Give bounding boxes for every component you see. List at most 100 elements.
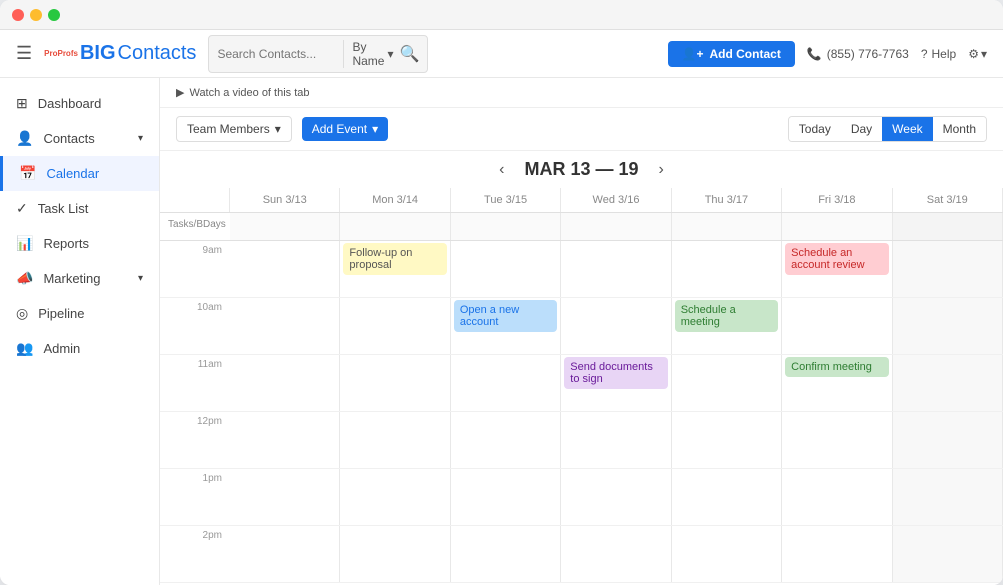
view-today-button[interactable]: Today	[789, 117, 841, 141]
sidebar-item-calendar[interactable]: 📅 Calendar	[0, 156, 159, 191]
prev-week-button[interactable]: ‹	[499, 161, 504, 179]
cell-wed-9am[interactable]	[561, 241, 671, 297]
cell-sat-2pm[interactable]	[893, 526, 1003, 582]
logo-contacts: Contacts	[118, 42, 197, 65]
sidebar-item-admin[interactable]: 👥 Admin	[0, 331, 159, 366]
cell-sat-11am[interactable]	[893, 355, 1003, 411]
add-contact-button[interactable]: 👤+ Add Contact	[668, 41, 795, 67]
tasks-label: Tasks/BDays	[160, 213, 230, 240]
cell-fri-1pm[interactable]	[782, 469, 892, 525]
phone-icon: 📞	[807, 47, 822, 61]
sidebar-item-marketing[interactable]: 📣 Marketing ▾	[0, 261, 159, 296]
tasks-cell-sat	[893, 213, 1003, 240]
view-day-button[interactable]: Day	[841, 117, 882, 141]
sidebar-item-pipeline[interactable]: ◎ Pipeline	[0, 296, 159, 331]
cell-thu-10am[interactable]: Schedule a meeting	[672, 298, 782, 354]
cell-fri-9am[interactable]: Schedule an account review	[782, 241, 892, 297]
event-account-review[interactable]: Schedule an account review	[785, 243, 888, 275]
admin-icon: 👥	[16, 340, 33, 357]
cell-tue-12pm[interactable]	[451, 412, 561, 468]
maximize-dot[interactable]	[48, 9, 60, 21]
cell-mon-12pm[interactable]	[340, 412, 450, 468]
cell-sun-11am[interactable]	[230, 355, 340, 411]
cell-sat-1pm[interactable]	[893, 469, 1003, 525]
settings-button[interactable]: ⚙ ▾	[968, 47, 987, 61]
cell-wed-10am[interactable]	[561, 298, 671, 354]
cell-mon-10am[interactable]	[340, 298, 450, 354]
help-button[interactable]: ? Help	[921, 47, 956, 61]
add-event-button[interactable]: Add Event ▾	[302, 117, 388, 141]
cell-sat-9am[interactable]	[893, 241, 1003, 297]
cell-tue-9am[interactable]	[451, 241, 561, 297]
cell-tue-10am[interactable]: Open a new account	[451, 298, 561, 354]
reports-icon: 📊	[16, 235, 33, 252]
cell-tue-2pm[interactable]	[451, 526, 561, 582]
time-label-12pm: 12pm	[160, 412, 230, 468]
cell-wed-11am[interactable]: Send documents to sign	[561, 355, 671, 411]
cell-sun-12pm[interactable]	[230, 412, 340, 468]
view-week-button[interactable]: Week	[882, 117, 932, 141]
close-dot[interactable]	[12, 9, 24, 21]
calendar-body: 9am Follow-up on proposal Schedule an ac…	[160, 241, 1003, 585]
chevron-down-icon: ▾	[275, 122, 281, 136]
event-send-documents[interactable]: Send documents to sign	[564, 357, 667, 389]
cell-sun-9am[interactable]	[230, 241, 340, 297]
cell-mon-9am[interactable]: Follow-up on proposal	[340, 241, 450, 297]
cell-sun-2pm[interactable]	[230, 526, 340, 582]
cell-sat-10am[interactable]	[893, 298, 1003, 354]
cell-fri-10am[interactable]	[782, 298, 892, 354]
event-open-account[interactable]: Open a new account	[454, 300, 557, 332]
cell-thu-12pm[interactable]	[672, 412, 782, 468]
cell-mon-2pm[interactable]	[340, 526, 450, 582]
sidebar-item-reports[interactable]: 📊 Reports	[0, 226, 159, 261]
cell-sun-10am[interactable]	[230, 298, 340, 354]
cell-thu-9am[interactable]	[672, 241, 782, 297]
cell-wed-2pm[interactable]	[561, 526, 671, 582]
cell-fri-2pm[interactable]	[782, 526, 892, 582]
minimize-dot[interactable]	[30, 9, 42, 21]
watch-video-toolbar: ▶ Watch a video of this tab	[160, 78, 1003, 108]
by-name-dropdown[interactable]: By Name ▾	[343, 40, 393, 68]
hamburger-icon[interactable]: ☰	[16, 43, 32, 64]
cal-actions-bar: Team Members ▾ Add Event ▾ Today Day Wee…	[160, 108, 1003, 151]
event-schedule-meeting[interactable]: Schedule a meeting	[675, 300, 778, 332]
watch-video-link[interactable]: ▶ Watch a video of this tab	[176, 86, 310, 99]
tasks-cell-wed	[561, 213, 671, 240]
time-label-11am: 11am	[160, 355, 230, 411]
logo: ProProfs BIG Contacts	[44, 42, 196, 65]
cell-sun-1pm[interactable]	[230, 469, 340, 525]
cell-thu-1pm[interactable]	[672, 469, 782, 525]
search-icon[interactable]: 🔍	[399, 44, 419, 64]
day-header-tue: Tue 3/15	[451, 188, 561, 212]
cell-thu-2pm[interactable]	[672, 526, 782, 582]
next-week-button[interactable]: ›	[659, 161, 664, 179]
day-header-wed: Wed 3/16	[561, 188, 671, 212]
cell-fri-12pm[interactable]	[782, 412, 892, 468]
phone-info: 📞 (855) 776-7763	[807, 47, 909, 61]
cell-tue-11am[interactable]	[451, 355, 561, 411]
cell-wed-12pm[interactable]	[561, 412, 671, 468]
sidebar-item-dashboard[interactable]: ⊞ Dashboard	[0, 86, 159, 121]
add-contact-icon: 👤+	[682, 47, 704, 61]
cell-mon-11am[interactable]	[340, 355, 450, 411]
view-month-button[interactable]: Month	[933, 117, 986, 141]
cell-fri-11am[interactable]: Confirm meeting	[782, 355, 892, 411]
calendar-icon: 📅	[19, 165, 36, 182]
search-input[interactable]	[217, 47, 337, 61]
team-members-button[interactable]: Team Members ▾	[176, 116, 292, 142]
dashboard-icon: ⊞	[16, 95, 28, 112]
logo-proprofs: ProProfs	[44, 49, 78, 58]
calendar-nav: ‹ MAR 13 — 19 ›	[160, 151, 1003, 188]
event-confirm-meeting[interactable]: Confirm meeting	[785, 357, 888, 377]
cell-tue-1pm[interactable]	[451, 469, 561, 525]
cell-mon-1pm[interactable]	[340, 469, 450, 525]
event-follow-up[interactable]: Follow-up on proposal	[343, 243, 446, 275]
tasks-row: Tasks/BDays	[160, 213, 1003, 241]
cell-sat-12pm[interactable]	[893, 412, 1003, 468]
sidebar-item-contacts[interactable]: 👤 Contacts ▾	[0, 121, 159, 156]
sidebar-item-task-list[interactable]: ✓ Task List	[0, 191, 159, 226]
cell-wed-1pm[interactable]	[561, 469, 671, 525]
help-icon: ?	[921, 47, 928, 61]
tasks-cell-sun	[230, 213, 340, 240]
cell-thu-11am[interactable]	[672, 355, 782, 411]
